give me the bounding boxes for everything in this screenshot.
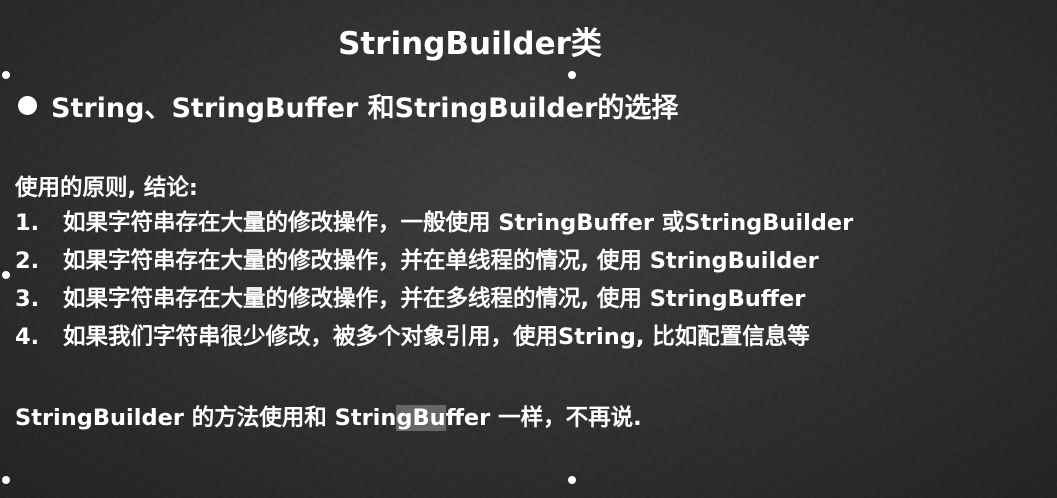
final-text-before: StringBuilder 的方法使用和 Strin (15, 405, 397, 431)
list-item-number: 1. (15, 210, 40, 236)
list-item: 1. 如果字符串存在大量的修改操作，一般使用 StringBuffer 或Str… (15, 207, 853, 245)
principle-heading: 使用的原则, 结论: (15, 175, 198, 201)
resize-handle-top-left[interactable] (2, 71, 10, 79)
text-selection-highlight[interactable]: gBu (396, 405, 446, 431)
final-text-after: ffer 一样，不再说. (445, 405, 642, 431)
bullet-text: String、StringBuffer 和StringBuilder的选择 (51, 93, 679, 124)
principle-list: 1. 如果字符串存在大量的修改操作，一般使用 StringBuffer 或Str… (15, 207, 853, 359)
list-item: 4. 如果我们字符串很少修改，被多个对象引用，使用String, 比如配置信息等 (15, 321, 853, 359)
resize-handle-bottom-left[interactable] (2, 476, 10, 484)
bullet-icon (18, 96, 37, 115)
list-item-text: 如果字符串存在大量的修改操作，并在单线程的情况, 使用 StringBuilde… (63, 248, 819, 274)
slide-title: StringBuilder类 (338, 26, 602, 62)
list-item: 2. 如果字符串存在大量的修改操作，并在单线程的情况, 使用 StringBui… (15, 245, 853, 283)
resize-handle-middle-left[interactable] (2, 271, 10, 279)
list-item-text: 如果我们字符串很少修改，被多个对象引用，使用String, 比如配置信息等 (63, 324, 810, 350)
list-item-number: 3. (15, 286, 40, 312)
final-statement[interactable]: StringBuilder 的方法使用和 StringBuffer 一样，不再说… (15, 400, 642, 432)
bullet-heading: String、StringBuffer 和StringBuilder的选择 (18, 86, 678, 125)
resize-handle-bottom-middle[interactable] (568, 476, 576, 484)
list-item-text: 如果字符串存在大量的修改操作，并在多线程的情况, 使用 StringBuffer (63, 286, 806, 312)
resize-handle-top-middle[interactable] (568, 71, 576, 79)
list-item-text: 如果字符串存在大量的修改操作，一般使用 StringBuffer 或String… (63, 210, 854, 236)
list-item-number: 2. (15, 248, 40, 274)
list-item: 3. 如果字符串存在大量的修改操作，并在多线程的情况, 使用 StringBuf… (15, 283, 853, 321)
list-item-number: 4. (15, 324, 40, 350)
